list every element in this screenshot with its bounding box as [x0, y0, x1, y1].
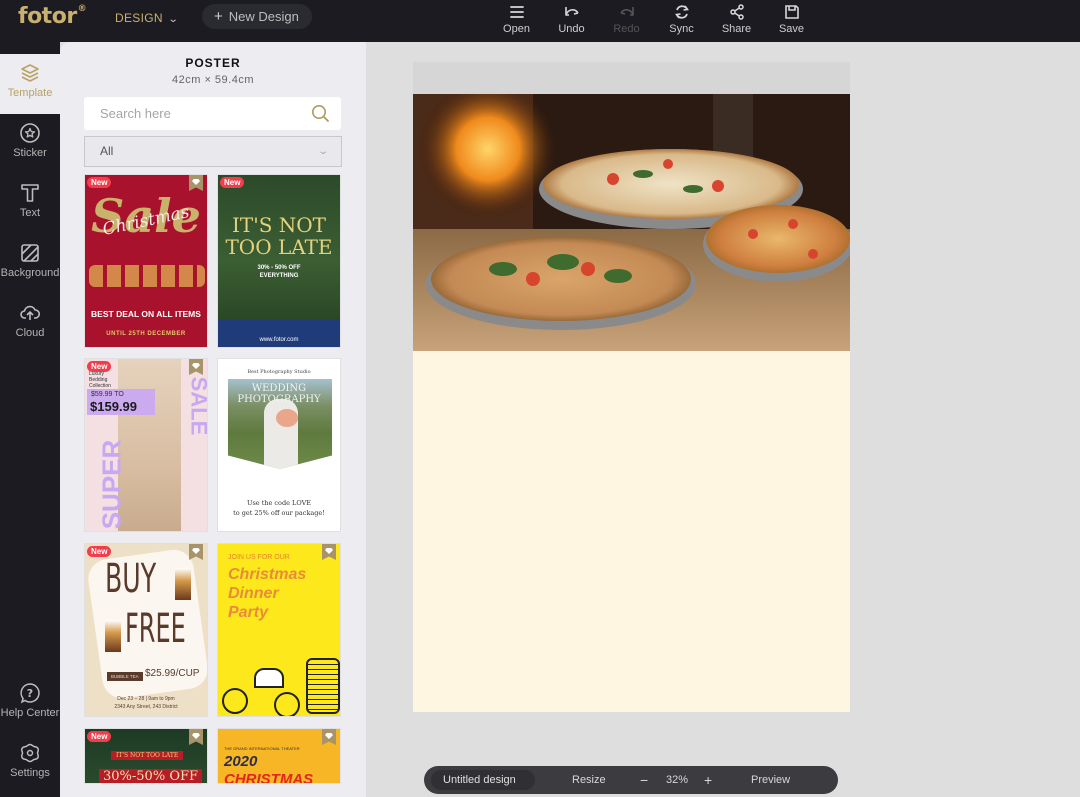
search-icon[interactable] — [311, 104, 330, 123]
template-thumbnail-super-sale[interactable]: Luxury Bedding Collection $59.99 TO $159… — [84, 358, 208, 532]
pizza-photo[interactable] — [413, 94, 850, 351]
plate — [274, 692, 300, 716]
fotor-logo[interactable]: fotor® — [18, 4, 87, 29]
pizza-image — [413, 94, 850, 351]
bubble-tea-cup — [175, 568, 191, 600]
undo-button[interactable]: Undo — [544, 3, 599, 35]
sidebar-item-settings[interactable]: Settings — [0, 734, 60, 794]
new-badge: New — [87, 546, 112, 557]
chevron-down-icon: ⌄ — [316, 146, 329, 157]
sync-icon — [674, 5, 689, 19]
sidebar-item-help-center[interactable]: ? Help Center — [0, 674, 60, 734]
poster-size: 42cm × 59.4cm — [171, 74, 254, 86]
zoom-in-button[interactable]: + — [704, 766, 712, 794]
save-button[interactable]: Save — [764, 3, 819, 35]
toolbar: Open Undo Redo Sync Share Save — [489, 3, 819, 35]
template-thumbnail-its-not-too-late[interactable]: IT'S NOT TOO LATE 30% - 50% OFF EVERYTHI… — [217, 174, 341, 348]
bouquet — [276, 409, 298, 427]
redo-button[interactable]: Redo — [599, 3, 654, 35]
help-bubble-icon: ? — [20, 683, 40, 704]
search-input[interactable] — [84, 97, 284, 130]
canvas-area — [366, 42, 1080, 797]
open-button[interactable]: Open — [489, 3, 544, 35]
share-button[interactable]: Share — [709, 3, 764, 35]
zoom-level: 32% — [666, 774, 689, 786]
favorite-ribbon-icon[interactable] — [189, 729, 203, 745]
svg-text:?: ? — [27, 687, 33, 700]
design-menu[interactable]: DESIGN ⌄ — [115, 11, 178, 25]
top-bar: fotor® DESIGN ⌄ + New Design Open Undo Red… — [0, 0, 1080, 42]
undo-icon — [564, 7, 579, 16]
plate — [222, 688, 248, 714]
template-thumbnail-christmas-dinner-party[interactable]: JOIN US FOR OUR Christmas Dinner Party — [217, 543, 341, 717]
panel-title: POSTER — [185, 56, 241, 70]
template-panel: POSTER 42cm × 59.4cm All ⌄ Sale Christma… — [60, 42, 366, 797]
template-thumbnail-christmas-sale[interactable]: Sale Christmas BEST DEAL ON ALL ITEMS UN… — [84, 174, 208, 348]
menu-icon — [509, 6, 524, 18]
preview-button[interactable]: Preview — [751, 766, 790, 794]
text-t-icon — [21, 184, 39, 202]
left-sidebar: Template Sticker Text Background Cloud ?… — [0, 42, 60, 797]
search-box — [84, 97, 341, 130]
new-badge: New — [87, 731, 112, 742]
gear-icon — [20, 743, 40, 763]
sync-button[interactable]: Sync — [654, 3, 709, 35]
sidebar-item-sticker[interactable]: Sticker — [0, 114, 60, 174]
template-thumbnail-its-not-too-late-2[interactable]: IT'S NOT TOO LATE 30%-50% OFF New — [84, 728, 208, 784]
bubble-tea-cup — [105, 620, 121, 652]
star-circle-icon — [20, 123, 40, 143]
favorite-ribbon-icon[interactable] — [189, 359, 203, 375]
category-filter-select[interactable]: All ⌄ — [84, 136, 342, 167]
resize-button[interactable]: Resize — [572, 766, 606, 794]
page-top-band — [413, 62, 850, 94]
redo-icon — [619, 7, 634, 16]
background-stripes-icon — [21, 244, 39, 262]
template-thumbnail-wedding-photography[interactable]: Best Photography Studio WEDDING PHOTOGRA… — [217, 358, 341, 532]
bottom-bar: Untitled design Resize − 32% + Preview — [424, 766, 838, 794]
bedroom-photo — [118, 359, 181, 531]
document-name-field[interactable]: Untitled design — [431, 770, 535, 790]
gingerbread-decoration — [89, 265, 205, 287]
share-icon — [729, 4, 744, 20]
zoom-out-button[interactable]: − — [640, 766, 648, 794]
chevron-down-icon: ⌄ — [167, 14, 179, 25]
favorite-ribbon-icon[interactable] — [189, 544, 203, 560]
favorite-ribbon-icon[interactable] — [322, 729, 336, 745]
new-badge: New — [87, 361, 112, 372]
plus-icon: + — [214, 8, 223, 25]
cloud-upload-icon — [20, 305, 41, 320]
cake — [254, 668, 284, 688]
design-page[interactable] — [413, 62, 850, 712]
new-badge: New — [87, 177, 112, 188]
save-icon — [784, 5, 799, 19]
sidebar-item-text[interactable]: Text — [0, 174, 60, 234]
sidebar-item-background[interactable]: Background — [0, 234, 60, 294]
new-design-button[interactable]: + New Design — [202, 4, 312, 29]
plate-stack — [306, 658, 340, 714]
template-thumbnail-2020-christmas[interactable]: THE GRAND INTERNATIONAL THEATER 2020 CHR… — [217, 728, 341, 784]
template-thumbnail-buy-free[interactable]: BUY FREE BUBBLE TEA $25.99/CUP Dec 23 – … — [84, 543, 208, 717]
layers-icon — [21, 64, 39, 82]
dinner-illustration — [218, 652, 340, 716]
sidebar-item-template[interactable]: Template — [0, 54, 60, 114]
new-badge: New — [220, 177, 245, 188]
sidebar-item-cloud[interactable]: Cloud — [0, 294, 60, 354]
favorite-ribbon-icon[interactable] — [322, 544, 336, 560]
